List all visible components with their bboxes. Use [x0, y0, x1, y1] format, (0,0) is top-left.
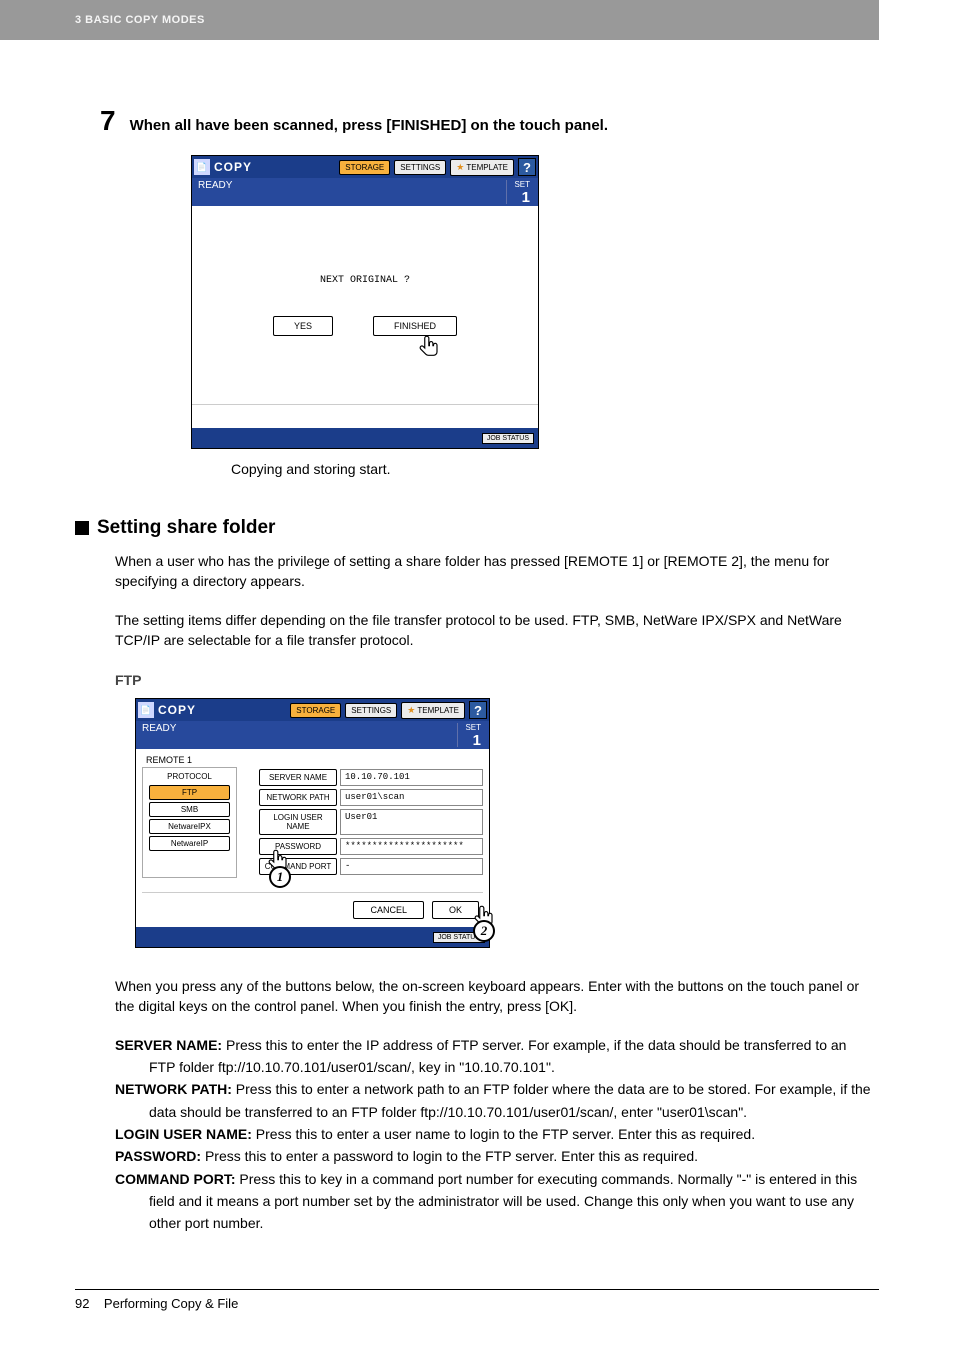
- tab-template[interactable]: ★TEMPLATE: [401, 702, 465, 719]
- job-status-button[interactable]: JOB STATUS: [482, 433, 534, 444]
- window-title: COPY: [214, 160, 252, 174]
- screenshot-copy-dialog: 📄 COPY STORAGE SETTINGS ★TEMPLATE ? READ…: [191, 155, 539, 449]
- page-number: 92: [75, 1296, 89, 1311]
- tab-settings[interactable]: SETTINGS: [394, 160, 446, 175]
- server-name-button[interactable]: SERVER NAME: [259, 769, 337, 786]
- caption: Copying and storing start.: [231, 461, 879, 477]
- copy-icon: 📄: [194, 159, 210, 175]
- section-heading: Setting share folder: [75, 517, 879, 539]
- star-icon: ★: [456, 162, 464, 173]
- ready-label: READY: [142, 723, 457, 747]
- screenshot-ftp-settings: 📄 COPY STORAGE SETTINGS ★TEMPLATE ? READ…: [135, 698, 490, 948]
- password-value: **********************: [340, 838, 483, 855]
- ready-label: READY: [198, 180, 506, 204]
- command-port-value: -: [340, 858, 483, 875]
- set-counter: SET 1: [457, 723, 483, 747]
- window-titlebar: 📄 COPY STORAGE SETTINGS ★TEMPLATE ?: [192, 156, 538, 178]
- status-bar: READY SET 1: [192, 178, 538, 206]
- login-user-name-button[interactable]: LOGIN USER NAME: [259, 809, 337, 835]
- server-name-value: 10.10.70.101: [340, 769, 483, 786]
- tab-storage[interactable]: STORAGE: [339, 160, 390, 175]
- breadcrumb: 3 BASIC COPY MODES: [75, 14, 205, 26]
- callout-2: 2: [473, 920, 495, 942]
- description: When you press any of the buttons below,…: [115, 976, 879, 1017]
- protocol-selector: PROTOCOL FTP SMB NetwareIPX NetwareIP: [142, 767, 237, 878]
- cancel-button[interactable]: CANCEL: [353, 901, 424, 919]
- tab-template[interactable]: ★TEMPLATE: [450, 159, 514, 176]
- footer-label: Performing Copy & File: [104, 1296, 238, 1311]
- option-netwareipx[interactable]: NetwareIPX: [149, 819, 230, 834]
- status-bar: READY SET 1: [136, 721, 489, 749]
- paragraph: The setting items differ depending on th…: [115, 610, 879, 651]
- step-7: 7 When all have been scanned, press [FIN…: [100, 105, 879, 137]
- window-titlebar: 📄 COPY STORAGE SETTINGS ★TEMPLATE ?: [136, 699, 489, 721]
- option-netwareip[interactable]: NetwareIP: [149, 836, 230, 851]
- header-strip: 3 BASIC COPY MODES: [0, 0, 879, 40]
- login-user-name-value: User01: [340, 809, 483, 835]
- paragraph: When a user who has the privilege of set…: [115, 551, 879, 592]
- remote-label: REMOTE 1: [146, 755, 483, 765]
- definitions: SERVER NAME: Press this to enter the IP …: [115, 1035, 879, 1234]
- option-smb[interactable]: SMB: [149, 802, 230, 817]
- set-counter: SET 1: [506, 180, 532, 204]
- yes-button[interactable]: YES: [273, 316, 333, 336]
- network-path-value: user01\scan: [340, 789, 483, 806]
- star-icon: ★: [407, 705, 415, 716]
- help-button[interactable]: ?: [469, 701, 487, 719]
- tab-settings[interactable]: SETTINGS: [345, 703, 397, 718]
- section-title: Setting share folder: [97, 517, 275, 539]
- step-number: 7: [100, 105, 116, 137]
- window-title: COPY: [158, 703, 196, 717]
- prompt-text: NEXT ORIGINAL ?: [320, 275, 410, 286]
- hand-pointer-icon: [416, 334, 444, 362]
- finished-button[interactable]: FINISHED: [373, 316, 457, 336]
- page-footer: 92 Performing Copy & File: [75, 1289, 879, 1311]
- help-button[interactable]: ?: [518, 158, 536, 176]
- tab-storage[interactable]: STORAGE: [290, 703, 341, 718]
- protocol-label: PROTOCOL: [149, 772, 230, 781]
- step-text: When all have been scanned, press [FINIS…: [130, 117, 608, 134]
- option-ftp[interactable]: FTP: [149, 785, 230, 800]
- copy-icon: 📄: [138, 702, 154, 718]
- ftp-heading: FTP: [115, 672, 879, 688]
- network-path-button[interactable]: NETWORK PATH: [259, 789, 337, 806]
- square-bullet-icon: [75, 521, 89, 535]
